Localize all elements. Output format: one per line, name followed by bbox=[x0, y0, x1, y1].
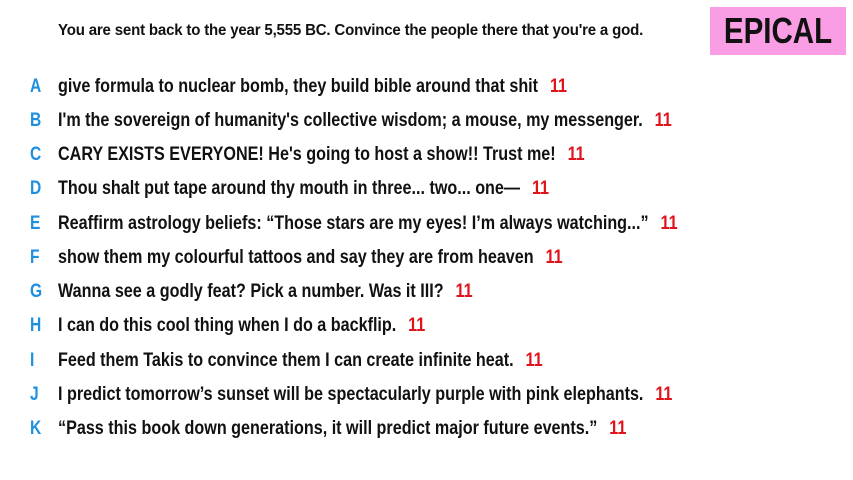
answer-text: Wanna see a godly feat? Pick a number. W… bbox=[58, 281, 444, 302]
answer-letter: B bbox=[30, 110, 42, 131]
answer-body: give formula to nuclear bomb, they build… bbox=[58, 76, 567, 98]
prompt-text: You are sent back to the year 5,555 BC. … bbox=[58, 22, 644, 39]
answer-row: I Feed them Takis to convince them I can… bbox=[30, 347, 628, 375]
answer-row: F show them my colourful tattoos and say… bbox=[30, 244, 652, 272]
answer-body: I predict tomorrow’s sunset will be spec… bbox=[58, 384, 672, 406]
answer-row: G Wanna see a godly feat? Pick a number.… bbox=[30, 278, 546, 306]
answer-text: Thou shalt put tape around thy mouth in … bbox=[58, 178, 521, 199]
answer-letter: J bbox=[30, 384, 39, 405]
answer-score: 11 bbox=[525, 350, 543, 371]
answer-row: B I'm the sovereign of humanity's collec… bbox=[30, 107, 780, 135]
answer-letter: A bbox=[30, 76, 42, 97]
answer-body: Feed them Takis to convince them I can c… bbox=[58, 350, 543, 372]
answer-body: Thou shalt put tape around thy mouth in … bbox=[58, 178, 549, 200]
answer-body: show them my colourful tattoos and say t… bbox=[58, 247, 563, 269]
answer-letter: E bbox=[30, 213, 41, 234]
answer-text: “Pass this book down generations, it wil… bbox=[58, 418, 598, 439]
answer-letter: G bbox=[30, 281, 43, 302]
answer-row: K “Pass this book down generations, it w… bbox=[30, 415, 727, 443]
answer-text: Reaffirm astrology beliefs: “Those stars… bbox=[58, 213, 649, 234]
answer-letter: K bbox=[30, 418, 42, 439]
answer-body: I can do this cool thing when I do a bac… bbox=[58, 315, 425, 337]
answer-score: 11 bbox=[655, 384, 673, 405]
answer-text: show them my colourful tattoos and say t… bbox=[58, 247, 534, 268]
answer-score: 11 bbox=[609, 418, 627, 439]
answer-body: Wanna see a godly feat? Pick a number. W… bbox=[58, 281, 473, 303]
answer-score: 11 bbox=[654, 110, 672, 131]
answer-body: CARY EXISTS EVERYONE! He's going to host… bbox=[58, 144, 585, 166]
answer-score: 11 bbox=[408, 315, 426, 336]
answer-score: 11 bbox=[455, 281, 473, 302]
answer-row: J I predict tomorrow’s sunset will be sp… bbox=[30, 381, 781, 409]
answer-letter: H bbox=[30, 315, 42, 336]
answer-text: give formula to nuclear bomb, they build… bbox=[58, 76, 539, 97]
answer-text: Feed them Takis to convince them I can c… bbox=[58, 350, 514, 371]
answer-text: I predict tomorrow’s sunset will be spec… bbox=[58, 384, 644, 405]
answer-body: I'm the sovereign of humanity's collecti… bbox=[58, 110, 672, 132]
answer-row: A give formula to nuclear bomb, they bui… bbox=[30, 73, 657, 101]
answer-text: CARY EXISTS EVERYONE! He's going to host… bbox=[58, 144, 556, 165]
answer-row: H I can do this cool thing when I do a b… bbox=[30, 312, 490, 340]
answer-row: C CARY EXISTS EVERYONE! He's going to ho… bbox=[30, 141, 678, 169]
answer-row: D Thou shalt put tape around thy mouth i… bbox=[30, 175, 636, 203]
answer-score: 11 bbox=[549, 76, 568, 97]
answer-body: “Pass this book down generations, it wil… bbox=[58, 418, 626, 440]
answer-letter: I bbox=[30, 350, 35, 371]
answer-text: I can do this cool thing when I do a bac… bbox=[58, 315, 397, 336]
answer-letter: F bbox=[30, 247, 40, 268]
badge-label: EPICAL bbox=[723, 10, 833, 51]
answer-body: Reaffirm astrology beliefs: “Those stars… bbox=[58, 213, 678, 235]
answer-row: E Reaffirm astrology beliefs: “Those sta… bbox=[30, 210, 787, 238]
answer-score: 11 bbox=[567, 144, 585, 165]
answer-letter: D bbox=[30, 178, 42, 199]
answer-score: 11 bbox=[531, 178, 550, 199]
answer-score: 11 bbox=[545, 247, 563, 268]
answer-letter: C bbox=[30, 144, 42, 165]
answer-text: I'm the sovereign of humanity's collecti… bbox=[58, 110, 643, 131]
answer-score: 11 bbox=[660, 213, 678, 234]
epical-badge: EPICAL bbox=[710, 7, 846, 55]
